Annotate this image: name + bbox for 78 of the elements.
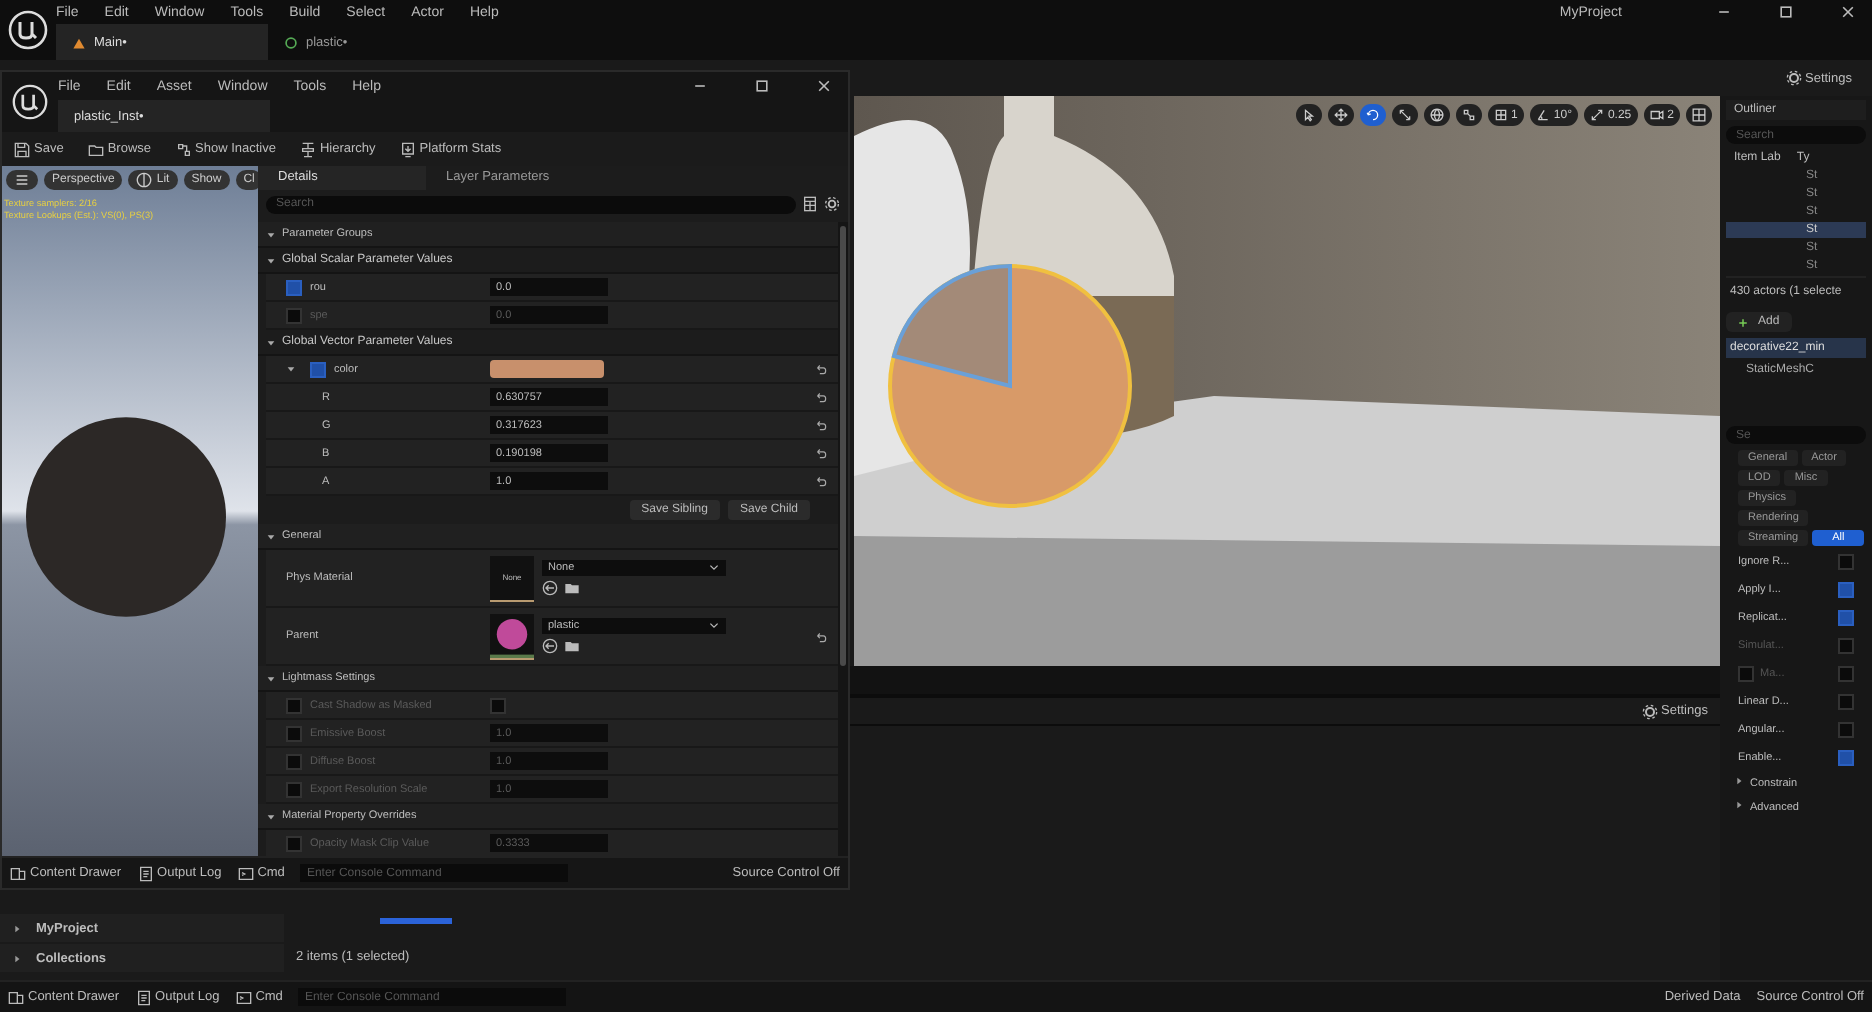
checkbox[interactable] [1838, 553, 1854, 569]
asset-tile[interactable] [380, 918, 452, 924]
material-thumbnail[interactable] [490, 613, 534, 659]
scale-icon [1397, 108, 1412, 122]
cmd-icon [235, 989, 252, 1005]
maximize-icon[interactable] [1778, 4, 1794, 20]
checkbox[interactable] [286, 835, 302, 851]
caret-icon [12, 953, 22, 963]
rotate-icon [1365, 108, 1380, 122]
cmd-icon [237, 865, 254, 881]
reset-icon[interactable] [814, 446, 828, 460]
logo-icon[interactable] [12, 84, 48, 120]
reset-icon[interactable] [814, 474, 828, 488]
checkbox[interactable] [310, 361, 326, 377]
caret-icon[interactable] [286, 364, 296, 374]
level-icon [72, 35, 86, 49]
checkbox[interactable] [1838, 581, 1854, 597]
checkbox[interactable] [286, 753, 302, 769]
globe-icon [1429, 108, 1444, 122]
maximize-icon[interactable] [754, 78, 770, 94]
reset-icon[interactable] [814, 418, 828, 432]
save-icon [14, 141, 30, 157]
angle-icon [1535, 108, 1550, 122]
checkbox[interactable] [490, 697, 506, 713]
reset-icon[interactable] [814, 362, 828, 376]
chevron-icon[interactable] [708, 620, 720, 632]
checkbox[interactable] [1838, 749, 1854, 765]
browse-icon [87, 141, 104, 157]
checkbox[interactable] [286, 697, 302, 713]
snap-icon [1461, 108, 1476, 122]
layout-icon [1692, 108, 1706, 122]
folder-icon[interactable] [564, 638, 580, 654]
menu-icon [14, 172, 30, 188]
settings-icon[interactable] [824, 196, 840, 212]
drawer-icon [8, 989, 24, 1005]
caret-icon [266, 811, 276, 821]
scrollbar[interactable] [838, 222, 848, 856]
close-icon[interactable] [816, 78, 832, 94]
color-swatch[interactable] [490, 360, 604, 378]
drawer-icon [10, 865, 26, 881]
checkbox[interactable] [1838, 721, 1854, 737]
folder-icon[interactable] [564, 580, 580, 596]
log-icon [135, 989, 152, 1005]
log-icon [137, 865, 154, 881]
sphere-icon [284, 35, 298, 49]
table-icon[interactable] [802, 196, 818, 212]
stats-icon [399, 141, 416, 157]
close-icon[interactable] [1840, 4, 1856, 20]
reset-icon[interactable] [814, 629, 828, 643]
lit-icon [136, 172, 153, 188]
caret-icon [266, 673, 276, 683]
checkbox[interactable] [286, 279, 302, 295]
reset-icon[interactable] [814, 390, 828, 404]
camera-icon [1649, 108, 1664, 122]
caret-icon [266, 337, 276, 347]
arrow-icon[interactable] [542, 638, 558, 654]
chevron-icon[interactable] [708, 562, 720, 574]
hierarchy-icon [299, 141, 316, 157]
checkbox[interactable] [1838, 609, 1854, 625]
checkbox[interactable] [286, 781, 302, 797]
plus-icon [1738, 317, 1748, 327]
caret-icon [12, 923, 22, 933]
select-icon [1301, 108, 1316, 122]
logo-icon[interactable] [8, 10, 48, 50]
settings-icon [1785, 70, 1801, 86]
caret-icon [266, 255, 276, 265]
caret-icon [266, 229, 276, 239]
grid-icon [1493, 108, 1508, 122]
checkbox[interactable] [1838, 693, 1854, 709]
caret-icon [266, 531, 276, 541]
inactive-icon [175, 141, 192, 157]
checkbox[interactable] [286, 725, 302, 741]
move-icon [1333, 108, 1348, 122]
scale-snap-icon [1589, 108, 1604, 122]
settings-icon [1641, 703, 1657, 719]
menu-button[interactable] [6, 170, 38, 190]
arrow-icon[interactable] [542, 580, 558, 596]
checkbox[interactable] [286, 307, 302, 323]
